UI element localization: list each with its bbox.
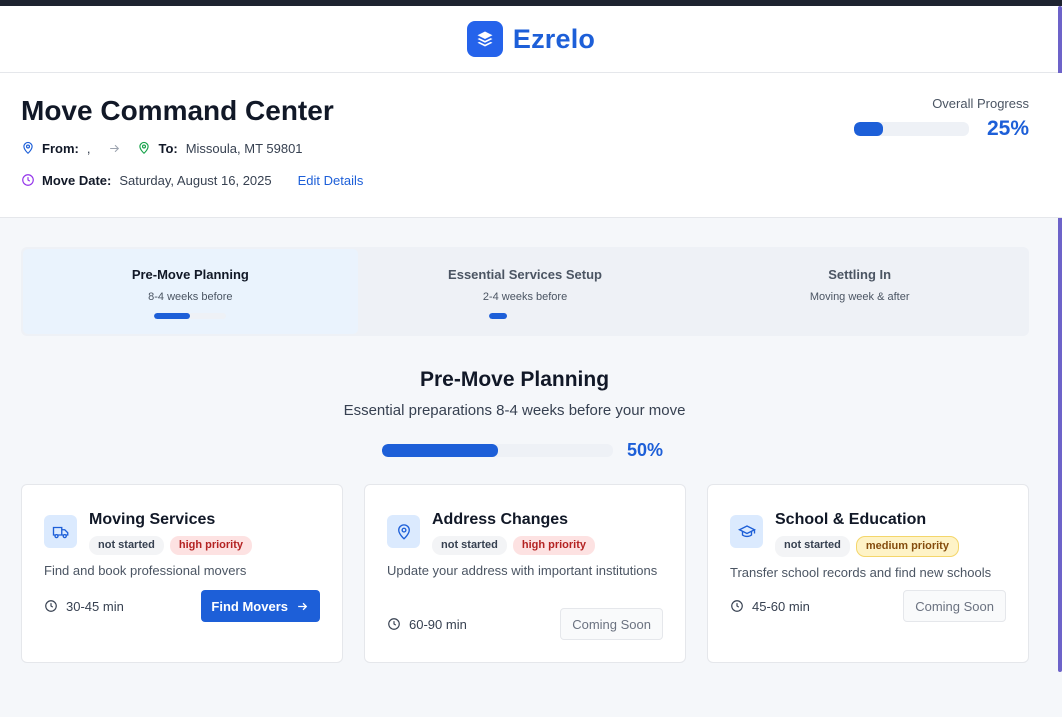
clock-icon <box>388 618 400 630</box>
arrow-right-icon <box>108 142 121 155</box>
task-duration: 45-60 min <box>730 599 810 614</box>
arrow-right-icon <box>298 602 308 610</box>
task-description: Find and book professional movers <box>44 563 247 578</box>
overall-progress-fill <box>854 122 883 136</box>
move-header: Move Command Center From: , To: Missoula… <box>0 73 1062 218</box>
coming-soon-button: Coming Soon <box>560 608 663 640</box>
to-value: Missoula, MT 59801 <box>185 140 303 156</box>
phase-subtitle: Moving week & after <box>809 291 910 303</box>
phase-progress-bar <box>489 313 561 319</box>
move-date-value: Saturday, August 16, 2025 <box>119 172 272 188</box>
coming-soon-button: Coming Soon <box>903 590 1006 622</box>
find-movers-button[interactable]: Find Movers <box>201 590 320 622</box>
edit-details-link[interactable]: Edit Details <box>298 173 364 188</box>
to-label: To: <box>158 140 178 156</box>
button-label: Find Movers <box>211 598 288 614</box>
task-title: Moving Services <box>89 511 216 528</box>
tab-essential-services-setup[interactable]: Essential Services Setup 2-4 weeks befor… <box>358 249 693 334</box>
task-cards: Moving Services not started high priorit… <box>21 484 1029 663</box>
phase-title: Settling In <box>828 267 892 282</box>
task-card-moving-services: Moving Services not started high priorit… <box>21 484 343 663</box>
to-pin-icon <box>137 141 151 155</box>
date-row: Move Date: Saturday, August 16, 2025 Edi… <box>21 171 1041 189</box>
priority-badge: medium priority <box>855 536 959 557</box>
section-progress: 50% <box>382 440 663 461</box>
task-card-school-education: School & Education not started medium pr… <box>707 484 1029 663</box>
phase-subtitle: 2-4 weeks before <box>482 291 568 303</box>
from-label: From: <box>42 140 79 156</box>
task-title: School & Education <box>775 511 927 528</box>
clock-icon <box>731 600 743 612</box>
from-pin-icon <box>21 141 35 155</box>
phase-progress-fill <box>154 313 191 319</box>
section-progress-fill <box>382 444 498 457</box>
section-title: Pre-Move Planning <box>419 368 610 391</box>
task-duration: 30-45 min <box>44 599 124 614</box>
move-date-label: Move Date: <box>42 172 112 188</box>
section-subtitle: Essential preparations 8-4 weeks before … <box>343 402 686 419</box>
brand-name[interactable]: Ezrelo <box>513 24 595 55</box>
duration-text: 30-45 min <box>66 598 124 614</box>
status-badge: not started <box>775 536 850 557</box>
truck-icon <box>44 515 77 548</box>
graduation-cap-icon <box>730 515 763 548</box>
phase-progress-fill <box>489 313 507 319</box>
clock-icon <box>21 173 35 187</box>
task-description: Transfer school records and find new sch… <box>730 565 992 580</box>
task-duration: 60-90 min <box>387 617 467 632</box>
duration-text: 60-90 min <box>409 616 467 632</box>
priority-badge: high priority <box>169 536 253 555</box>
priority-badge: high priority <box>512 536 596 555</box>
phase-progress-bar <box>154 313 227 319</box>
phase-title: Pre-Move Planning <box>131 267 249 282</box>
task-title: Address Changes <box>432 511 569 528</box>
task-description: Update your address with important insti… <box>387 563 658 578</box>
section-progress-bar <box>382 444 613 457</box>
task-card-address-changes: Address Changes not started high priorit… <box>364 484 686 663</box>
tab-settling-in[interactable]: Settling In Moving week & after <box>692 249 1027 334</box>
status-badge: not started <box>432 536 507 555</box>
overall-progress-bar <box>854 122 969 136</box>
phase-subtitle: 8-4 weeks before <box>148 291 233 303</box>
overall-progress-label: Overall Progress <box>932 96 1029 111</box>
route-row: From: , To: Missoula, MT 59801 <box>21 139 1041 157</box>
from-value: , <box>86 140 91 156</box>
section-header: Pre-Move Planning Essential preparations… <box>0 368 1029 419</box>
section-progress-percent: 50% <box>627 440 664 460</box>
duration-text: 45-60 min <box>752 598 810 614</box>
status-badge: not started <box>89 536 164 555</box>
brand-bar: Ezrelo <box>0 6 1062 73</box>
overall-progress: Overall Progress 25% <box>854 96 1029 141</box>
phase-title: Essential Services Setup <box>448 267 602 282</box>
map-pin-icon <box>387 515 420 548</box>
clock-icon <box>45 600 57 612</box>
phase-tabs: Pre-Move Planning 8-4 weeks before Essen… <box>21 247 1029 336</box>
overall-progress-percent: 25% <box>986 117 1029 140</box>
tab-pre-move-planning[interactable]: Pre-Move Planning 8-4 weeks before <box>23 249 358 334</box>
layers-logo-icon <box>466 21 503 57</box>
